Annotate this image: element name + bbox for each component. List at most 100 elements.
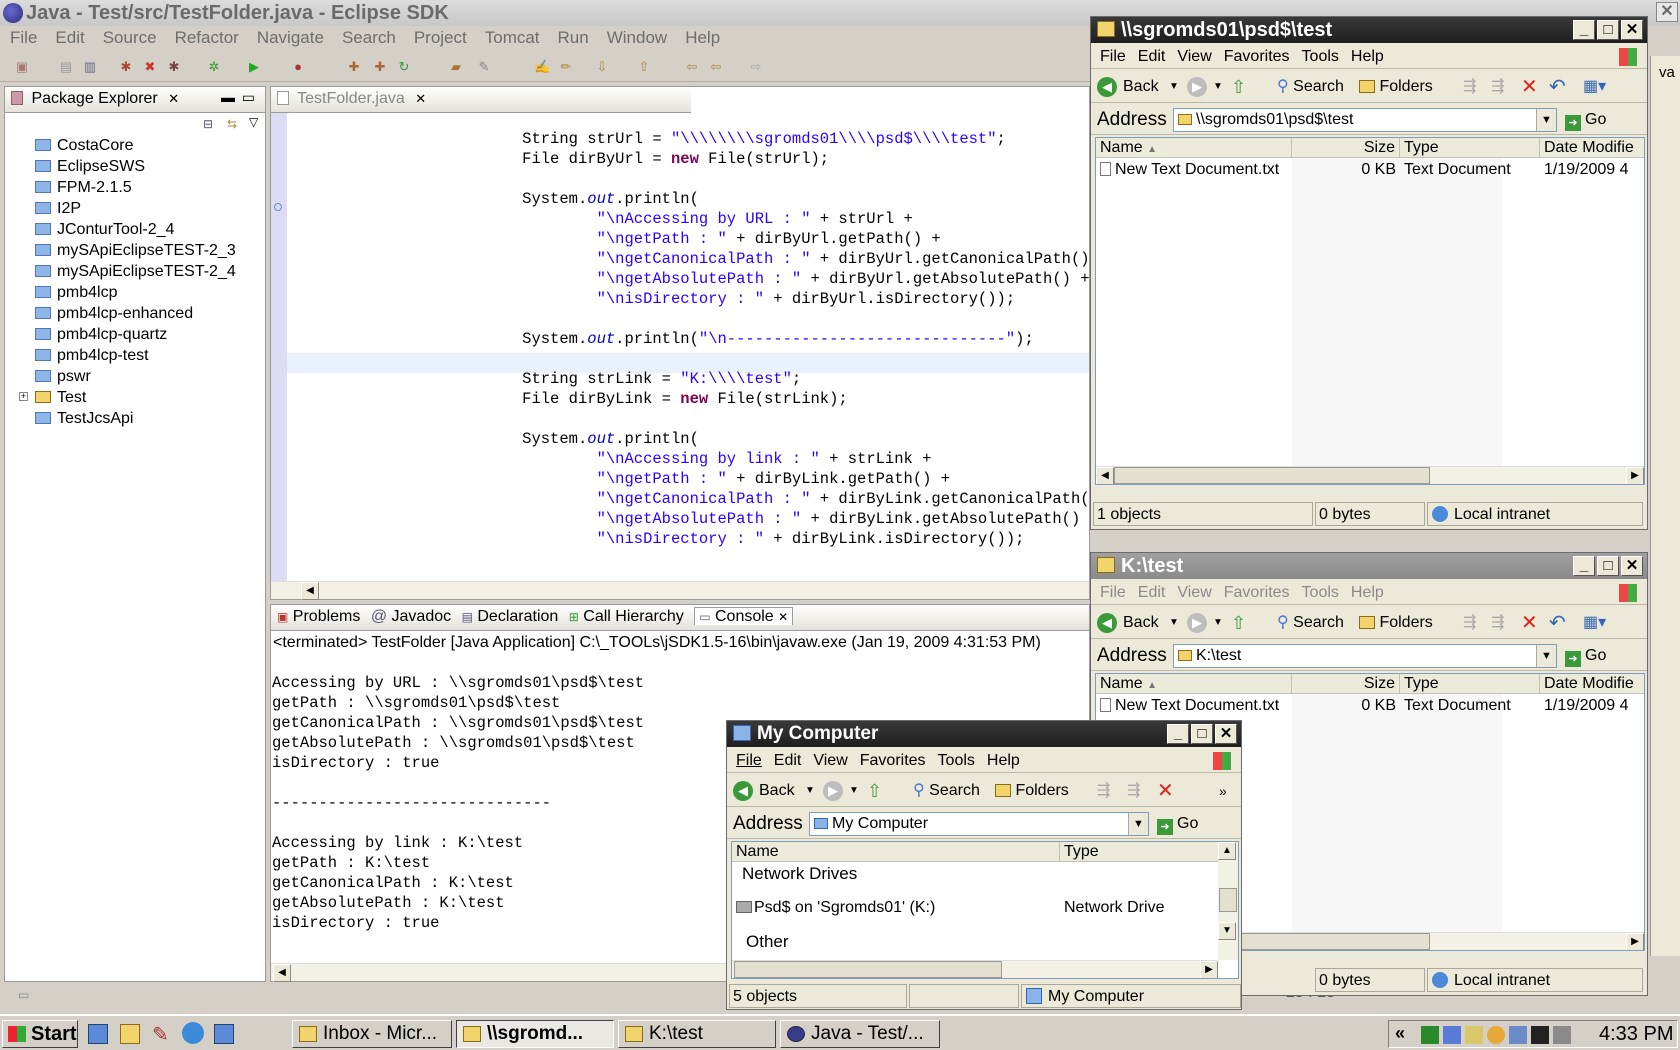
scroll-up-icon[interactable]: ▲ [1218,842,1236,860]
menu-tomcat[interactable]: Tomcat [485,28,540,47]
tree-item[interactable]: mySApiEclipseTEST-2_4 [19,261,236,282]
fast-view-icon[interactable]: ▭ [18,988,29,1002]
move-to-icon[interactable]: ⇶ [1463,71,1476,103]
menu-project[interactable]: Project [414,28,467,47]
menu-help[interactable]: Help [1351,48,1384,65]
column-date[interactable]: Date Modifie [1540,138,1644,158]
back-button[interactable]: Back [759,775,795,807]
new-icon[interactable]: ▣ [14,59,30,75]
refresh-icon[interactable]: ↻ [396,59,412,75]
scroll-right-icon[interactable]: ▶ [1626,467,1644,484]
column-name[interactable]: Name ▲ [1096,674,1292,694]
scroll-left-icon[interactable]: ◀ [301,582,319,600]
copy-to-icon[interactable]: ⇶ [1127,775,1140,807]
search-tool-icon[interactable]: ✎ [476,59,492,75]
explorer-quick-launch-icon[interactable] [120,1024,140,1044]
tray-app-icon[interactable] [1531,1026,1549,1044]
network-icon[interactable] [1509,1026,1527,1044]
column-type[interactable]: Type [1400,138,1540,158]
close-icon[interactable]: ✕ [1621,20,1643,40]
search-button[interactable]: ⚲ Search [913,775,980,807]
link-editor-icon[interactable]: ⇆ [227,117,237,131]
file-row-name[interactable]: New Text Document.txt [1100,160,1290,180]
undo-icon[interactable]: ↶ [1549,607,1566,639]
view-menu-icon[interactable]: ▽ [249,115,258,129]
column-name[interactable]: Name ▲ [1096,138,1292,158]
tool-icon[interactable]: ✱ [166,59,182,75]
menu-favorites[interactable]: Favorites [1224,48,1290,65]
toggle-mark-icon[interactable]: ✏ [558,59,574,75]
minimize-icon[interactable]: _ [1573,20,1595,40]
clock-app-icon[interactable] [1487,1026,1505,1044]
column-type[interactable]: Type [1060,842,1220,862]
back-dropdown-icon[interactable]: ▼ [1169,607,1179,639]
tree-item[interactable]: mySApiEclipseTEST-2_3 [19,240,236,261]
drive-row[interactable]: Psd$ on 'Sgromds01' (K:) [736,898,1056,918]
forward-icon[interactable]: ▶ [1187,613,1207,633]
run-icon[interactable]: ▶ [246,59,262,75]
scroll-left-icon[interactable]: ◀ [273,964,291,982]
file-row-name[interactable]: New Text Document.txt [1100,696,1290,716]
back-button[interactable]: Back [1123,71,1159,103]
network-icon[interactable] [1443,1026,1461,1044]
tab-javadoc[interactable]: Javadoc [392,608,452,625]
menu-view[interactable]: View [1177,48,1211,65]
maximize-icon[interactable]: □ [1597,556,1619,576]
scroll-right-icon[interactable]: ▶ [1626,933,1644,950]
notepad-quick-launch-icon[interactable]: ✎ [152,1022,169,1047]
scroll-thumb[interactable] [734,961,1002,978]
forward-icon[interactable]: ▶ [1187,77,1207,97]
address-field[interactable]: K:\test ▼ [1173,644,1557,668]
tree-item[interactable]: CostaCore [19,135,133,156]
editor-horizontal-scrollbar[interactable]: ◀ [271,581,1089,600]
back-dropdown-icon[interactable]: ▼ [805,775,815,807]
views-icon[interactable]: ▦▾ [1583,607,1606,639]
menu-file[interactable]: File [1100,584,1126,601]
scroll-left-icon[interactable]: ◀ [1096,467,1114,484]
move-to-icon[interactable]: ⇶ [1097,775,1110,807]
code-area[interactable]: String strUrl = "\\\\\\\\sgromds01\\\\ps… [271,113,1117,583]
menu-tools[interactable]: Tools [1302,584,1339,601]
prev-annotation-icon[interactable]: ⇧ [636,59,652,75]
next-annotation-icon[interactable]: ⇩ [594,59,610,75]
menu-help[interactable]: Help [1351,584,1384,601]
save-icon[interactable]: ▤ [58,59,74,75]
up-folder-icon[interactable]: ⇧ [867,775,882,807]
package-explorer-tab[interactable]: Package Explorer ✕ ▬ ▭ [5,87,265,113]
start-button[interactable]: Start [2,1020,78,1048]
tab-console[interactable]: Console [715,608,774,625]
maximize-icon[interactable]: □ [1597,20,1619,40]
address-dropdown-icon[interactable]: ▼ [1536,109,1556,131]
scroll-down-icon[interactable]: ▼ [1218,922,1236,940]
maximize-icon[interactable]: □ [1191,724,1213,744]
tray-app-icon[interactable] [1465,1026,1483,1044]
forward-icon[interactable]: ▶ [823,781,843,801]
menu-file[interactable]: File [10,28,37,47]
build-icon[interactable]: ✱ [118,59,134,75]
menu-favorites[interactable]: Favorites [860,752,926,769]
expand-icon[interactable]: + [19,392,28,401]
forward-dropdown-icon[interactable]: ▼ [1213,607,1223,639]
show-desktop-icon[interactable] [88,1024,108,1044]
vertical-scrollbar[interactable]: ▲ ▼ [1218,842,1238,960]
menu-favorites[interactable]: Favorites [1224,584,1290,601]
move-to-icon[interactable]: ⇶ [1463,607,1476,639]
back-dropdown-icon[interactable]: ▼ [1169,71,1179,103]
address-dropdown-icon[interactable]: ▼ [1536,645,1556,667]
tree-item[interactable]: pmb4lcp-quartz [19,324,167,345]
open-type-icon[interactable]: ✚ [346,59,362,75]
up-folder-icon[interactable]: ⇧ [1231,607,1246,639]
task-inbox[interactable]: Inbox - Micr... [292,1020,452,1048]
copy-to-icon[interactable]: ⇶ [1491,71,1504,103]
print-icon[interactable]: ▥ [82,59,98,75]
horizontal-scrollbar[interactable]: ▶ [732,960,1218,978]
delete-icon[interactable]: ✕ [1521,607,1538,639]
menu-file[interactable]: File [736,752,762,769]
go-button[interactable]: ➜ Go [1565,109,1606,131]
go-button[interactable]: ➜ Go [1157,813,1198,835]
close-icon[interactable]: ✕ [1215,724,1237,744]
back-button[interactable]: Back [1123,607,1159,639]
task-k-explorer[interactable]: K:\test [618,1020,776,1048]
column-type[interactable]: Type [1400,674,1540,694]
search-button[interactable]: ⚲ Search [1277,71,1344,103]
